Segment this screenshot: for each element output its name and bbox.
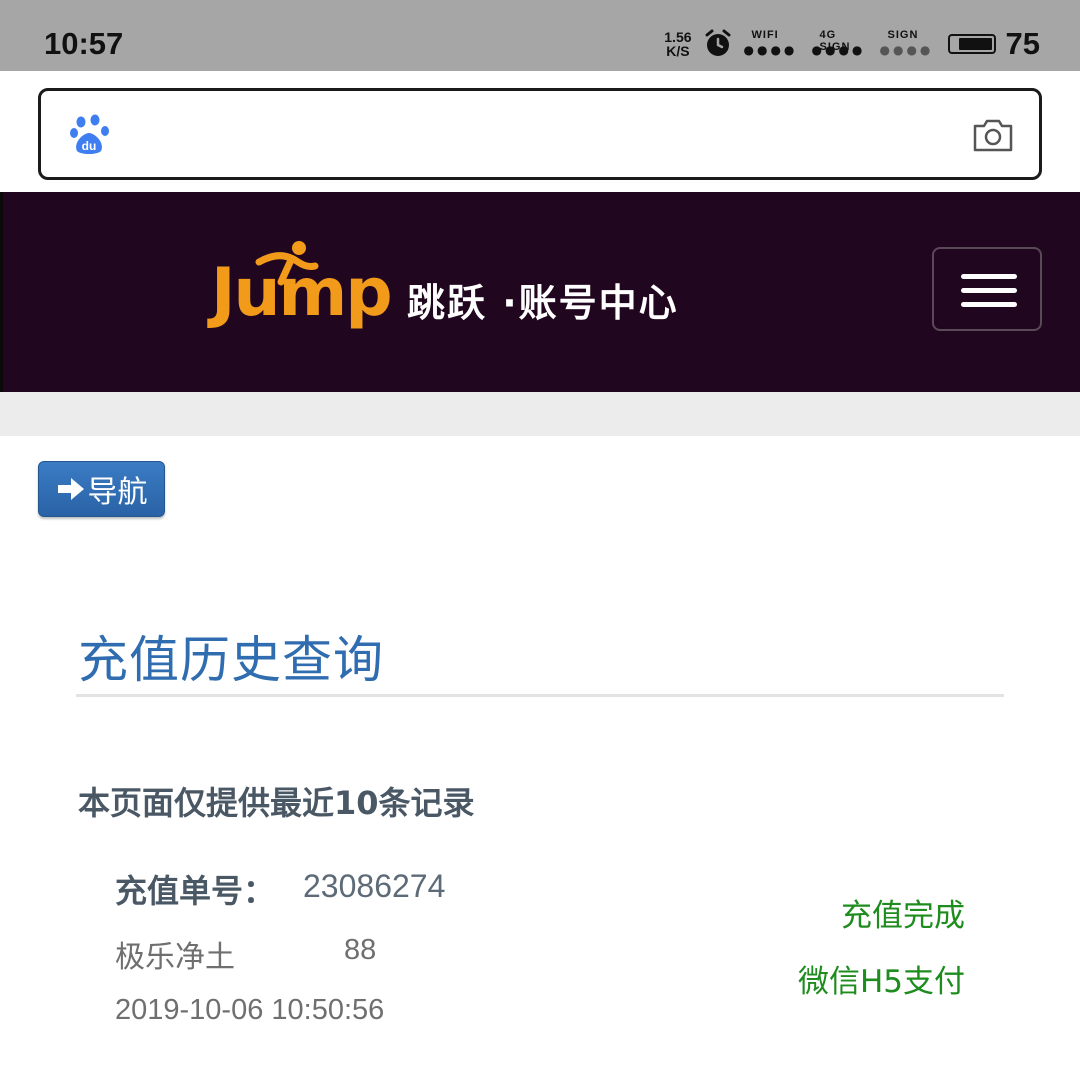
baidu-logo-text: du: [82, 139, 97, 153]
arrow-right-icon: [57, 478, 84, 500]
battery-icon: [947, 34, 996, 54]
order-number-label: 充值单号：: [115, 872, 276, 910]
records-notice: 本页面仅提供最近10条记录: [78, 784, 475, 822]
network-type-badge: 4G: [819, 29, 837, 41]
status-bar: 10:57 1.56 K/S WIFI ●●●● 4G SIGN ●●●● SI…: [0, 0, 1080, 71]
page-title: 充值历史查询: [78, 631, 384, 689]
battery-level: 75: [1005, 26, 1040, 61]
camera-icon[interactable]: [971, 113, 1015, 157]
status-time: 10:57: [44, 26, 124, 61]
recharge-timestamp: 2019-10-06 10:50:56: [115, 994, 385, 1026]
menu-bar: [961, 274, 1017, 279]
baidu-paw-icon: du: [70, 114, 109, 154]
site-logo[interactable]: Jump 跳跃 ·账号中心: [211, 241, 731, 342]
wifi-icon: WIFI ●●●●: [743, 29, 798, 57]
navigation-button-label: 导航: [87, 475, 148, 510]
alarm-icon: [705, 29, 731, 56]
site-header: Jump 跳跃 ·账号中心: [0, 192, 1080, 392]
menu-bar: [961, 302, 1017, 307]
logo-subtitle: 跳跃 ·账号中心: [407, 281, 679, 325]
logo-wordmark: Jump: [211, 254, 393, 331]
recharge-amount: 88: [344, 934, 377, 966]
search-bar[interactable]: du: [38, 88, 1042, 180]
title-divider: [76, 694, 1004, 697]
recharge-record: 充值单号： 23086274 极乐净土 88 2019-10-06 10:50:…: [115, 860, 975, 1040]
order-number: 23086274: [303, 868, 446, 904]
divider-strip: [0, 392, 1080, 436]
server-name: 极乐净土: [115, 940, 235, 975]
hamburger-menu-button[interactable]: [932, 247, 1042, 331]
status-icons: 1.56 K/S WIFI ●●●● 4G SIGN ●●●● SIGN ●●●…: [664, 24, 1040, 64]
network-speed: 1.56 K/S: [664, 29, 692, 59]
menu-bar: [961, 288, 1017, 293]
signal-icon: 4G SIGN ●●●●: [811, 29, 866, 57]
payment-method: 微信H5支付: [797, 964, 965, 1000]
navigation-button[interactable]: 导航: [38, 461, 165, 517]
recharge-status: 充值完成: [841, 898, 965, 934]
signal-icon-2: SIGN ●●●●: [879, 29, 934, 57]
